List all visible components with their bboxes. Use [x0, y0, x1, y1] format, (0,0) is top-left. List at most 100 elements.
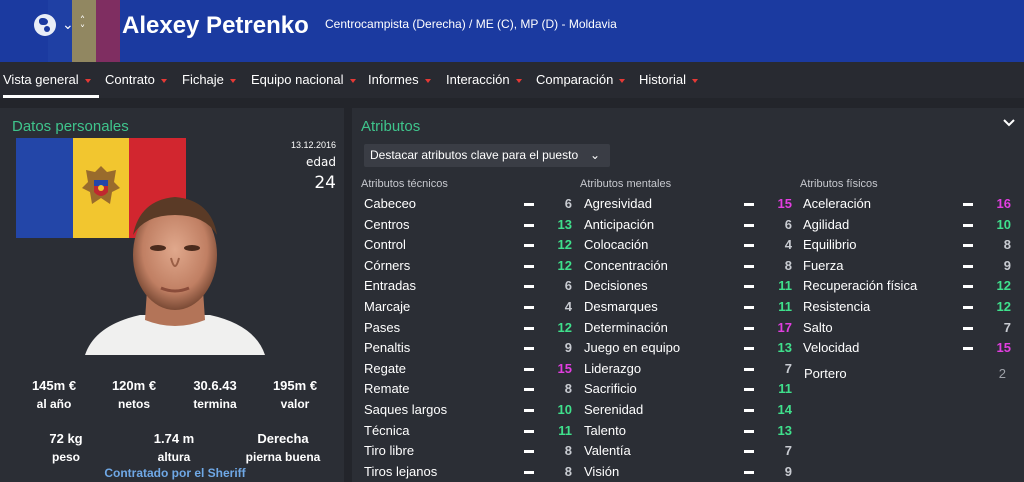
attribute-row[interactable]: Concentración 8: [584, 256, 799, 277]
physical-title: Atributos físicos: [800, 178, 878, 190]
attribute-value: 9: [1003, 257, 1011, 273]
tab-contrato[interactable]: Contrato: [105, 62, 167, 98]
attribute-value: 7: [1003, 319, 1011, 335]
attribute-name: Visión: [584, 463, 620, 479]
caret-icon: [84, 78, 91, 83]
attribute-row[interactable]: Saques largos 10: [364, 400, 579, 421]
attribute-value: 11: [778, 381, 792, 397]
attribute-value: 9: [784, 463, 792, 479]
highlight-key-attributes-dropdown[interactable]: Destacar atributos clave para el puesto …: [364, 144, 610, 167]
tab-interaccion[interactable]: Interacción: [446, 62, 522, 98]
attribute-row[interactable]: Talento 13: [584, 421, 799, 442]
attribute-row[interactable]: Sacrificio 11: [584, 379, 799, 400]
attribute-name: Córners: [364, 257, 411, 273]
attribute-row[interactable]: Agresividad 15: [584, 194, 799, 215]
attribute-row[interactable]: Colocación 4: [584, 235, 799, 256]
attribute-row[interactable]: Agilidad 10: [803, 215, 1018, 236]
attribute-row[interactable]: Entradas 6: [364, 276, 579, 297]
attribute-name: Sacrificio: [584, 381, 637, 397]
trend-dash-icon: [963, 347, 973, 351]
attribute-row[interactable]: Resistencia 12: [803, 297, 1018, 318]
attribute-name: Aceleración: [803, 196, 871, 211]
attribute-name: Salto: [803, 319, 833, 335]
trend-dash-icon: [963, 244, 973, 248]
attribute-row[interactable]: Decisiones 11: [584, 276, 799, 297]
attribute-row[interactable]: Equilibrio 8: [803, 235, 1018, 256]
profile-nav: Vista general Contrato Fichaje Equipo na…: [0, 62, 1024, 98]
attribute-name: Anticipación: [584, 216, 655, 232]
tab-historial[interactable]: Historial: [639, 62, 698, 98]
trend-dash-icon: [963, 223, 973, 227]
attribute-row[interactable]: Liderazgo 7: [584, 359, 799, 380]
attribute-row[interactable]: Córners 12: [364, 256, 579, 277]
attribute-row[interactable]: Visión 9: [584, 462, 799, 482]
attributes-panel: Atributos Destacar atributos clave para …: [352, 108, 1024, 482]
attribute-value: 12: [557, 319, 572, 335]
attribute-row[interactable]: Serenidad 14: [584, 400, 799, 421]
caret-icon: [160, 78, 167, 83]
attribute-row[interactable]: Remate 8: [364, 379, 579, 400]
tab-equipo-nacional[interactable]: Equipo nacional: [251, 62, 356, 98]
caret-icon: [515, 78, 522, 83]
attribute-name: Saques largos: [364, 402, 448, 417]
tab-informes[interactable]: Informes: [368, 62, 431, 98]
attribute-row[interactable]: Velocidad 15: [803, 338, 1018, 359]
caret-icon: [424, 78, 431, 83]
attribute-row[interactable]: Control 12: [364, 235, 579, 256]
attribute-row[interactable]: Salto 7: [803, 318, 1018, 339]
player-position: Centrocampista (Derecha) / ME (C), MP (D…: [325, 17, 617, 31]
attribute-value: 9: [564, 340, 572, 356]
attribute-row[interactable]: Recuperación física 12: [803, 276, 1018, 297]
trend-dash-icon: [744, 429, 754, 433]
attribute-name: Liderazgo: [584, 360, 642, 376]
attribute-value: 12: [557, 237, 572, 253]
chevron-down-icon[interactable]: [1002, 116, 1016, 130]
attribute-row[interactable]: Valentía 7: [584, 441, 799, 462]
attribute-row[interactable]: Centros 13: [364, 215, 579, 236]
attribute-name: Fuerza: [803, 257, 844, 273]
attribute-value: 11: [558, 422, 572, 438]
contract-club-link[interactable]: Contratado por el Sheriff: [70, 466, 280, 480]
attribute-value: 11: [778, 278, 792, 294]
attribute-row[interactable]: Fuerza 9: [803, 256, 1018, 277]
globe-icon[interactable]: [34, 14, 56, 36]
attributes-title: Atributos: [361, 118, 421, 135]
attribute-name: Tiros lejanos: [364, 463, 438, 479]
attribute-row[interactable]: Cabeceo 6: [364, 194, 579, 215]
header-icons: ⌄ ˄ ˅: [34, 14, 85, 36]
chevron-down-icon[interactable]: ⌄: [62, 17, 74, 33]
attribute-row[interactable]: Regate 15: [364, 359, 579, 380]
tab-fichaje[interactable]: Fichaje: [182, 62, 236, 98]
attribute-row[interactable]: Determinación 17: [584, 318, 799, 339]
technical-title: Atributos técnicos: [361, 178, 448, 190]
preferred-foot: Derecha pierna buena: [245, 431, 321, 464]
attribute-row[interactable]: Pases 12: [364, 318, 579, 339]
attribute-row[interactable]: Tiros lejanos 8: [364, 462, 579, 482]
attribute-name: Juego en equipo: [584, 340, 681, 356]
attribute-row[interactable]: Desmarques 11: [584, 297, 799, 318]
attribute-name: Valentía: [584, 443, 631, 459]
attribute-name: Remate: [364, 381, 410, 397]
goalkeeper-row: Portero 2: [804, 364, 1014, 385]
attribute-value: 6: [564, 196, 572, 211]
up-down-icon[interactable]: ˄ ˅: [80, 15, 86, 35]
attribute-row[interactable]: Juego en equipo 13: [584, 338, 799, 359]
trend-dash-icon: [744, 450, 754, 454]
attribute-value: 4: [784, 237, 792, 253]
attribute-row[interactable]: Técnica 11: [364, 421, 579, 442]
attribute-value: 12: [557, 257, 572, 273]
caret-icon: [229, 78, 236, 83]
attribute-name: Centros: [364, 216, 410, 232]
tab-vista-general[interactable]: Vista general: [3, 62, 99, 98]
attribute-row[interactable]: Anticipación 6: [584, 215, 799, 236]
trend-dash-icon: [744, 203, 754, 206]
attribute-row[interactable]: Aceleración 16: [803, 194, 1018, 215]
tab-comparacion[interactable]: Comparación: [536, 62, 626, 98]
trend-dash-icon: [744, 285, 754, 289]
attribute-name: Decisiones: [584, 278, 648, 294]
attribute-row[interactable]: Marcaje 4: [364, 297, 579, 318]
attribute-row[interactable]: Penaltis 9: [364, 338, 579, 359]
attribute-row[interactable]: Tiro libre 8: [364, 441, 579, 462]
attribute-value: 11: [778, 299, 792, 314]
caret-icon: [691, 78, 698, 83]
